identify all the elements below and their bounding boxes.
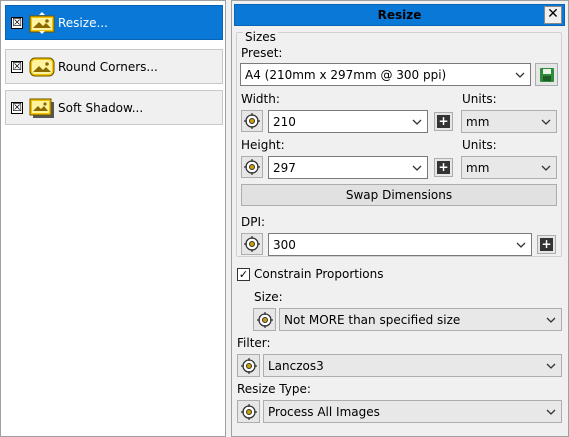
- width-units-value: mm: [466, 114, 490, 129]
- panel-title: Resize: [377, 8, 422, 22]
- action-enabled-checkbox[interactable]: ☒: [11, 60, 23, 73]
- chevron-down-icon: [412, 165, 422, 171]
- filter-label: Filter:: [237, 336, 271, 350]
- plus-icon: +: [437, 114, 450, 128]
- constrain-proportions-checkbox[interactable]: ✓: [237, 268, 250, 281]
- height-add-button[interactable]: +: [434, 158, 453, 177]
- preset-value: A4 (210mm x 297mm @ 300 ppi): [245, 67, 447, 82]
- action-item-soft-shadow[interactable]: ☒ Soft Shadow...: [5, 90, 223, 125]
- actions-list: ☒ Resize... ☒ Round Corners... ☒ Soft Sh…: [0, 0, 226, 437]
- sizes-group-title: Sizes: [243, 30, 278, 44]
- width-label: Width:: [241, 92, 280, 106]
- width-value: 210: [273, 114, 296, 129]
- action-label: Round Corners...: [58, 59, 158, 74]
- action-item-round-corners[interactable]: ☒ Round Corners...: [5, 49, 223, 84]
- round-corners-image-icon: [29, 56, 55, 78]
- filter-variable-button[interactable]: [237, 354, 260, 377]
- dpi-value: 300: [273, 237, 296, 252]
- save-preset-button[interactable]: [535, 63, 558, 86]
- chevron-down-icon: [546, 363, 556, 369]
- panel-title-bar: Resize ✕: [234, 4, 565, 26]
- height-variable-button[interactable]: [241, 156, 263, 178]
- size-mode-dropdown[interactable]: Not MORE than specified size: [279, 308, 562, 331]
- plus-icon: +: [437, 160, 450, 174]
- action-label: Soft Shadow...: [58, 100, 144, 115]
- chevron-down-icon: [412, 119, 422, 125]
- resize-type-label: Resize Type:: [237, 382, 311, 396]
- target-icon: [244, 236, 260, 252]
- target-icon: [256, 311, 273, 328]
- width-input[interactable]: 210: [268, 110, 428, 133]
- chevron-down-icon: [516, 242, 526, 248]
- constrain-proportions-label: Constrain Proportions: [254, 267, 384, 281]
- target-icon: [240, 403, 257, 420]
- height-input[interactable]: 297: [268, 156, 428, 179]
- preset-dropdown[interactable]: A4 (210mm x 297mm @ 300 ppi): [240, 63, 531, 86]
- preset-label: Preset:: [241, 46, 283, 60]
- height-value: 297: [273, 160, 296, 175]
- close-button[interactable]: ✕: [544, 6, 562, 24]
- save-icon: [539, 67, 554, 82]
- action-label: Resize...: [58, 15, 108, 30]
- chevron-down-icon: [541, 119, 551, 125]
- height-label: Height:: [241, 138, 285, 152]
- dpi-add-button[interactable]: +: [537, 235, 556, 254]
- swap-dimensions-button[interactable]: Swap Dimensions: [241, 184, 557, 206]
- resize-type-variable-button[interactable]: [237, 400, 260, 423]
- soft-shadow-image-icon: [29, 97, 55, 119]
- action-enabled-checkbox[interactable]: ☒: [11, 16, 23, 29]
- dpi-input[interactable]: 300: [268, 233, 532, 256]
- size-mode-label: Size:: [254, 290, 283, 304]
- chevron-down-icon: [546, 409, 556, 415]
- filter-value: Lanczos3: [268, 358, 324, 373]
- dpi-label: DPI:: [241, 215, 266, 229]
- chevron-down-icon: [541, 165, 551, 171]
- action-enabled-checkbox[interactable]: ☒: [11, 101, 23, 114]
- size-mode-variable-button[interactable]: [253, 308, 276, 331]
- resize-type-dropdown[interactable]: Process All Images: [263, 400, 562, 423]
- dpi-variable-button[interactable]: [241, 233, 263, 255]
- resize-image-icon: [29, 11, 55, 34]
- filter-dropdown[interactable]: Lanczos3: [263, 354, 562, 377]
- chevron-down-icon: [515, 72, 525, 78]
- target-icon: [244, 113, 260, 129]
- action-item-resize[interactable]: ☒ Resize...: [5, 5, 223, 40]
- width-variable-button[interactable]: [241, 110, 263, 132]
- size-mode-value: Not MORE than specified size: [284, 312, 461, 327]
- height-units-dropdown[interactable]: mm: [461, 156, 557, 179]
- width-add-button[interactable]: +: [434, 112, 453, 131]
- target-icon: [244, 159, 260, 175]
- height-units-value: mm: [466, 160, 490, 175]
- resize-type-value: Process All Images: [268, 404, 380, 419]
- width-units-dropdown[interactable]: mm: [461, 110, 557, 133]
- target-icon: [240, 357, 257, 374]
- plus-icon: +: [540, 237, 553, 251]
- height-units-label: Units:: [462, 138, 497, 152]
- chevron-down-icon: [546, 317, 556, 323]
- width-units-label: Units:: [462, 92, 497, 106]
